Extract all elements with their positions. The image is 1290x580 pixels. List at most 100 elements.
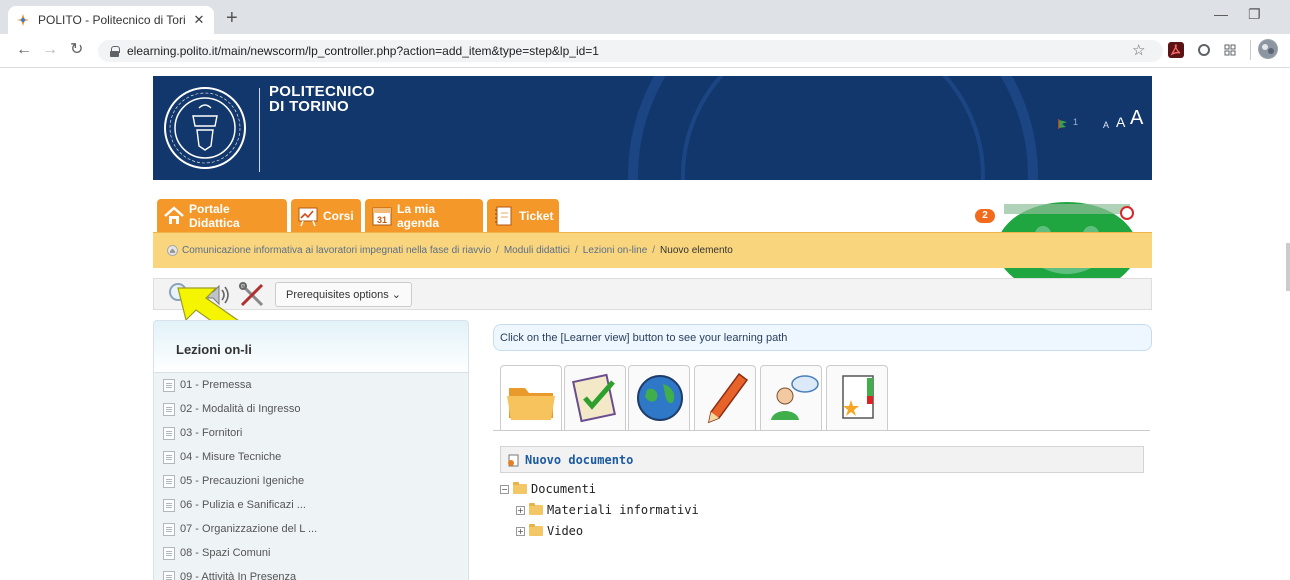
- font-size-small-button[interactable]: A: [1103, 120, 1109, 130]
- nav-tab-portale-didattica[interactable]: Portale Didattica: [157, 199, 287, 232]
- side-scroll-tab[interactable]: [1286, 243, 1290, 291]
- home-icon: [163, 205, 185, 227]
- bookmark-star-icon[interactable]: ☆: [1132, 43, 1145, 58]
- tab-exercise[interactable]: [564, 365, 626, 430]
- tab-link[interactable]: [628, 365, 690, 430]
- tree-node-label: Video: [547, 524, 584, 538]
- lesson-label: 08 - Spazi Comuni: [180, 547, 271, 559]
- new-tab-icon[interactable]: +: [226, 8, 238, 28]
- lesson-label: 05 - Precauzioni Igeniche: [180, 475, 305, 487]
- breadcrumb-separator: /: [496, 245, 499, 256]
- document-icon: [163, 474, 175, 488]
- folder-icon: [529, 524, 543, 536]
- lesson-label: 03 - Fornitori: [180, 427, 243, 439]
- notification-badge[interactable]: 2: [975, 209, 995, 223]
- nav-tab-la-mia-agenda[interactable]: 31 La mia agenda: [365, 199, 483, 232]
- user-chat-icon: [771, 375, 819, 420]
- pdf-extension-icon[interactable]: [1168, 42, 1184, 58]
- document-icon: [163, 426, 175, 440]
- action-toolbar: Prerequisites options ⌄: [153, 278, 1152, 310]
- nav-tab-label: La mia agenda: [397, 201, 440, 230]
- tree-node-documenti[interactable]: − Documenti: [500, 481, 596, 497]
- restore-window-icon[interactable]: ❐: [1248, 6, 1261, 23]
- font-size-large-button[interactable]: A: [1130, 107, 1143, 130]
- lesson-item[interactable]: 03 - Fornitori: [163, 424, 242, 442]
- polito-favicon-icon: [16, 13, 30, 27]
- new-document-label: Nuovo documento: [525, 452, 634, 467]
- document-icon: [163, 498, 175, 512]
- lesson-item[interactable]: 05 - Precauzioni Igeniche: [163, 472, 304, 490]
- collapse-icon[interactable]: −: [500, 484, 509, 494]
- tab-forum[interactable]: [694, 365, 756, 430]
- polito-seal-logo: [164, 87, 246, 169]
- profile-avatar-icon[interactable]: [1258, 39, 1278, 59]
- calendar-icon: 31: [371, 205, 393, 227]
- nav-tab-label: Corsi: [323, 208, 354, 223]
- nav-tab-ticket[interactable]: Ticket: [487, 199, 559, 232]
- lesson-label: 07 - Organizzazione del L ...: [180, 523, 318, 535]
- lesson-item[interactable]: 08 - Spazi Comuni: [163, 544, 271, 562]
- sidebar-title: Lezioni on-li: [176, 342, 252, 357]
- document-icon: [163, 522, 175, 536]
- lesson-item[interactable]: 01 - Premessa: [163, 376, 252, 394]
- lesson-item[interactable]: 06 - Pulizia e Sanificazi ...: [163, 496, 306, 514]
- pen-icon: [707, 372, 749, 424]
- tree-node-video[interactable]: + Video: [516, 523, 583, 539]
- breadcrumb: Comunicazione informativa ai lavoratori …: [153, 232, 1152, 268]
- breadcrumb-separator: /: [652, 245, 656, 256]
- document-icon: [163, 402, 175, 416]
- browser-tab[interactable]: POLITO - Politecnico di Torino - P ✕: [8, 6, 214, 34]
- courses-board-icon: [297, 205, 319, 227]
- tab-new-document[interactable]: [500, 365, 562, 431]
- breadcrumb-item[interactable]: Comunicazione informativa ai lavoratori …: [182, 245, 491, 256]
- tree-node-label: Materiali informativi: [547, 503, 699, 517]
- lesson-label: 02 - Modalità di Ingresso: [180, 403, 301, 415]
- lesson-label: 01 - Premessa: [180, 379, 252, 391]
- font-size-medium-button[interactable]: A: [1116, 114, 1125, 130]
- document-icon: [163, 546, 175, 560]
- ticket-notebook-icon: [493, 205, 515, 227]
- tab-student-publication[interactable]: [760, 365, 822, 430]
- folder-icon: [507, 388, 555, 420]
- lock-icon: [110, 46, 120, 57]
- tab-upload[interactable]: [826, 365, 888, 430]
- lesson-item[interactable]: 09 - Attività In Presenza: [163, 568, 296, 580]
- lesson-label: 04 - Misure Tecniche: [180, 451, 282, 463]
- toolbar-divider: [1250, 40, 1251, 60]
- tree-node-materiali-informativi[interactable]: + Materiali informativi: [516, 502, 699, 518]
- close-tab-icon[interactable]: ✕: [192, 12, 206, 28]
- home-breadcrumb-icon[interactable]: [167, 245, 178, 256]
- lesson-item[interactable]: 04 - Misure Tecniche: [163, 448, 281, 466]
- expand-icon[interactable]: +: [516, 526, 525, 536]
- new-document-header[interactable]: Nuovo documento: [500, 446, 1144, 473]
- expand-icon[interactable]: +: [516, 505, 525, 515]
- nav-tab-label: Ticket: [519, 208, 554, 223]
- nav-tab-corsi[interactable]: Corsi: [291, 199, 361, 232]
- breadcrumb-item[interactable]: Moduli didattici: [504, 245, 570, 256]
- document-icon: [163, 450, 175, 464]
- language-flag-icon[interactable]: [1057, 118, 1069, 130]
- lesson-item[interactable]: 02 - Modalità di Ingresso: [163, 400, 300, 418]
- globe-icon: [637, 375, 683, 421]
- minimize-window-icon[interactable]: —: [1214, 6, 1228, 22]
- flag-count: 1: [1073, 117, 1079, 127]
- tree-node-label: Documenti: [531, 482, 597, 496]
- circle-extension-icon[interactable]: [1196, 42, 1212, 58]
- tab-underline: [493, 430, 1150, 431]
- grid-extension-icon[interactable]: [1222, 42, 1238, 58]
- address-bar[interactable]: elearning.polito.it/main/newscorm/lp_con…: [98, 40, 1163, 62]
- forward-icon[interactable]: →: [42, 42, 58, 58]
- reload-icon[interactable]: ↻: [70, 42, 83, 58]
- browser-tabstrip: POLITO - Politecnico di Torino - P ✕ + —…: [0, 0, 1290, 34]
- document-star-icon: [842, 375, 874, 419]
- breadcrumb-item[interactable]: Lezioni on-line: [583, 245, 648, 256]
- quiz-checklist-icon: [572, 373, 616, 423]
- folder-icon: [529, 503, 543, 515]
- lesson-label: 06 - Pulizia e Sanificazi ...: [180, 499, 306, 511]
- back-icon[interactable]: ←: [16, 42, 32, 58]
- lesson-item[interactable]: 07 - Organizzazione del L ...: [163, 520, 317, 538]
- new-document-icon: [508, 454, 519, 466]
- folder-icon: [513, 482, 527, 494]
- lessons-sidebar: Lezioni on-li 01 - Premessa 02 - Modalit…: [153, 320, 469, 580]
- document-icon: [163, 570, 175, 580]
